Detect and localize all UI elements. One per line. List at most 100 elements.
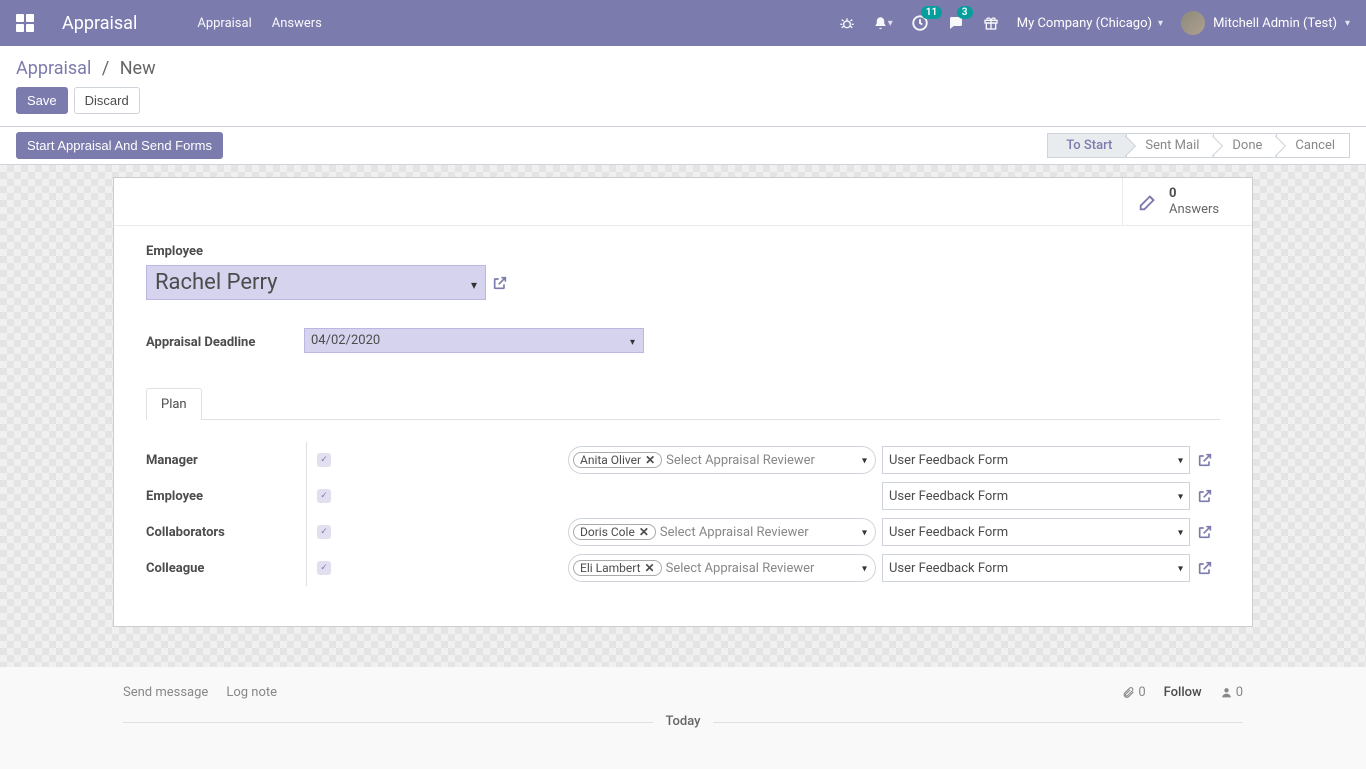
reviewer-input[interactable]: Eli Lambert ✕Select Appraisal Reviewer▾ <box>568 554 876 582</box>
answers-stat-button[interactable]: 0 Answers <box>1122 178 1252 225</box>
form-select-value: User Feedback Form <box>889 525 1008 540</box>
nav-link-appraisal[interactable]: Appraisal <box>197 16 251 31</box>
form-cell: User Feedback Form ▾ <box>882 518 1190 546</box>
deadline-label: Appraisal Deadline <box>146 331 304 350</box>
tab-plan[interactable]: Plan <box>146 388 202 420</box>
reviewer-tag: Anita Oliver ✕ <box>573 452 662 468</box>
reviewer-input[interactable]: Anita Oliver ✕ Select Appraisal Reviewer ▾ <box>568 446 876 474</box>
plan-row-checkbox-cell: ✓ <box>306 442 456 478</box>
chatter: Send message Log note 0 Follow 0 Today <box>113 667 1253 769</box>
attachments-count: 0 <box>1138 685 1145 700</box>
form-select-value: User Feedback Form <box>889 489 1008 504</box>
reviewer-placeholder: Select Appraisal Reviewer <box>660 525 809 540</box>
answers-label: Answers <box>1169 202 1219 218</box>
checkbox-icon[interactable]: ✓ <box>317 525 331 539</box>
remove-tag-icon[interactable]: ✕ <box>645 453 655 467</box>
stage-cancel[interactable]: Cancel <box>1276 133 1350 158</box>
remove-tag-icon[interactable]: ✕ <box>645 561 655 575</box>
app-title[interactable]: Appraisal <box>62 13 137 34</box>
chevron-down-icon: ▾ <box>1178 564 1183 575</box>
send-message-button[interactable]: Send message <box>123 685 208 700</box>
reviewer-cell: Anita Oliver ✕ Select Appraisal Reviewer ▾ <box>568 446 876 474</box>
external-link-icon[interactable] <box>492 275 508 291</box>
avatar <box>1181 11 1205 35</box>
user-name: Mitchell Admin (Test) <box>1213 16 1337 31</box>
form-select[interactable]: User Feedback Form ▾ <box>882 482 1190 510</box>
employee-input[interactable]: Rachel Perry ▾ <box>146 265 486 300</box>
checkbox-icon[interactable]: ✓ <box>317 561 331 575</box>
control-panel: Appraisal / New Save Discard <box>0 46 1366 127</box>
form-select[interactable]: User Feedback Form ▾ <box>882 518 1190 546</box>
activities-icon[interactable]: 11 <box>911 14 929 32</box>
form-cell: User Feedback Form ▾ <box>882 482 1190 510</box>
chevron-down-icon: ▾ <box>471 278 477 292</box>
chevron-down-icon: ▾ <box>1178 456 1183 467</box>
deadline-input[interactable]: 04/02/2020 ▾ <box>304 328 644 353</box>
employee-value: Rachel Perry <box>155 270 278 295</box>
chevron-down-icon: ▾ <box>1178 528 1183 539</box>
form-external-link[interactable] <box>1190 488 1220 504</box>
followers-count: 0 <box>1236 685 1243 700</box>
form-cell: User Feedback Form▾ <box>882 554 1190 582</box>
company-name: My Company (Chicago) <box>1017 16 1152 31</box>
plan-row-label: Employee <box>146 489 306 504</box>
breadcrumb-separator: / <box>96 58 115 79</box>
plan-grid: Manager ✓ Anita Oliver ✕ Select Appraisal R… <box>146 442 1220 586</box>
status-stages: To Start Sent Mail Done Cancel <box>1048 133 1350 158</box>
discard-button[interactable]: Discard <box>74 87 140 114</box>
user-menu[interactable]: Mitchell Admin (Test) ▾ <box>1181 11 1350 35</box>
messages-icon[interactable]: 3 <box>947 14 965 32</box>
form-background: 0 Answers Employee Rachel Perry ▾ Apprai… <box>0 165 1366 667</box>
save-button[interactable]: Save <box>16 87 68 114</box>
form-external-link[interactable] <box>1190 560 1220 576</box>
form-select-value: User Feedback Form <box>889 453 1008 468</box>
form-external-link[interactable] <box>1190 524 1220 540</box>
button-box: 0 Answers <box>114 178 1252 226</box>
plan-row-label: Collaborators <box>146 525 306 540</box>
form-external-link[interactable] <box>1190 452 1220 468</box>
status-bar: Start Appraisal And Send Forms To Start … <box>0 127 1366 165</box>
chevron-down-icon: ▾ <box>862 456 867 467</box>
messages-badge: 3 <box>957 6 973 19</box>
followers-button[interactable]: 0 <box>1220 685 1243 700</box>
breadcrumb-root[interactable]: Appraisal <box>16 58 91 79</box>
reviewer-cell: Eli Lambert ✕Select Appraisal Reviewer▾ <box>568 554 876 582</box>
reviewer-input[interactable]: Doris Cole ✕ Select Appraisal Reviewer ▾ <box>568 518 876 546</box>
activities-badge: 11 <box>921 6 942 19</box>
chatter-wrap: Send message Log note 0 Follow 0 Today <box>0 667 1366 769</box>
reviewer-cell: Doris Cole ✕ Select Appraisal Reviewer ▾ <box>568 518 876 546</box>
checkbox-icon[interactable]: ✓ <box>317 489 331 503</box>
form-select[interactable]: User Feedback Form▾ <box>882 554 1190 582</box>
chatter-divider: Today <box>123 714 1243 729</box>
edit-icon <box>1137 191 1159 213</box>
attachments-button[interactable]: 0 <box>1122 685 1145 700</box>
bug-icon[interactable] <box>839 15 855 31</box>
gift-icon[interactable] <box>983 15 999 31</box>
start-appraisal-button[interactable]: Start Appraisal And Send Forms <box>16 132 223 159</box>
reviewer-placeholder: Select Appraisal Reviewer <box>666 453 815 468</box>
stage-sent-mail[interactable]: Sent Mail <box>1126 133 1214 158</box>
form-sheet: 0 Answers Employee Rachel Perry ▾ Apprai… <box>113 177 1253 627</box>
plan-row-checkbox-cell: ✓ <box>306 550 456 586</box>
apps-icon[interactable] <box>16 14 34 32</box>
notifications-icon[interactable]: ▾ <box>873 16 893 31</box>
follow-button[interactable]: Follow <box>1164 685 1202 700</box>
plan-row: Manager ✓ Anita Oliver ✕ Select Appraisal R… <box>146 442 1220 478</box>
breadcrumb-current: New <box>120 58 156 79</box>
chevron-down-icon: ▾ <box>1178 492 1183 503</box>
chevron-down-icon: ▾ <box>630 337 635 348</box>
chevron-down-icon: ▾ <box>862 528 867 539</box>
checkbox-icon[interactable]: ✓ <box>317 453 331 467</box>
employee-label: Employee <box>146 244 1220 259</box>
plan-row-label: Manager <box>146 453 306 468</box>
reviewer-tag: Doris Cole ✕ <box>573 524 656 540</box>
remove-tag-icon[interactable]: ✕ <box>639 525 649 539</box>
log-note-button[interactable]: Log note <box>226 685 277 700</box>
reviewer-placeholder: Select Appraisal Reviewer <box>666 561 815 576</box>
nav-link-answers[interactable]: Answers <box>272 16 322 31</box>
form-cell: User Feedback Form ▾ <box>882 446 1190 474</box>
stage-to-start[interactable]: To Start <box>1047 133 1127 158</box>
form-select[interactable]: User Feedback Form ▾ <box>882 446 1190 474</box>
company-menu[interactable]: My Company (Chicago) ▾ <box>1017 16 1163 31</box>
answers-count: 0 <box>1169 186 1219 202</box>
